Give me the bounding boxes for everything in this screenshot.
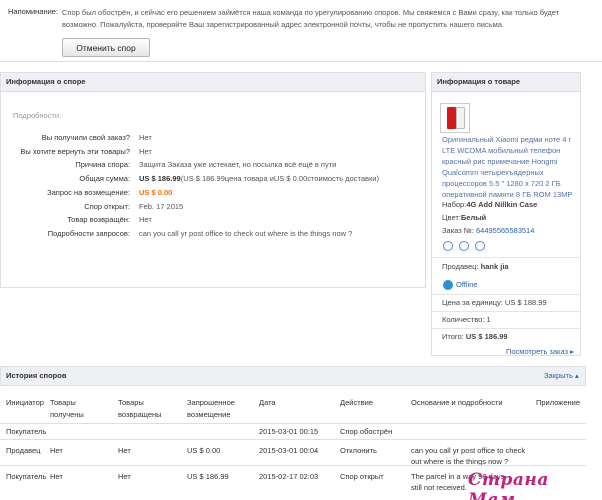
product-color: Цвет:Белый [442, 213, 486, 222]
row-reason: can you call yr post office to check out… [411, 446, 526, 466]
dispute-reason-value: Защита Заказа уже истекает, но посылка в… [139, 160, 337, 169]
table-divider [0, 439, 586, 440]
col-attachment: Приложение [536, 398, 580, 407]
table-divider [0, 423, 586, 424]
color-value: Белый [460, 213, 487, 222]
row-date: 2015-03-01 00:15 [259, 427, 319, 436]
col-returned: Товары возвращены [118, 398, 162, 419]
row-action: Спор открыт [340, 472, 384, 481]
unit-price: Цена за единицу: US $ 188.99 [442, 298, 547, 307]
return-items-value: Нет [139, 147, 152, 156]
request-details-label: Подробности запросов: [47, 229, 130, 238]
details-label: Подробности: [13, 111, 62, 120]
total-amount-label: Общая сумма: [79, 174, 130, 183]
row-action: Отклонить [340, 446, 377, 455]
col-refund: Запрошенное возмещение [187, 398, 235, 419]
product-set: Набор:4G Add Nillkin Case [442, 200, 537, 209]
phone-white-image [456, 107, 465, 129]
total-amount-bold: US $ 186.99 [139, 174, 181, 183]
dispute-history-title: История споров [0, 366, 586, 386]
col-action: Действие [340, 398, 373, 407]
seller-status: Offline [456, 280, 478, 289]
received-order-value: Нет [139, 133, 152, 142]
dispute-opened-value: Feb. 17 2015 [139, 202, 184, 211]
row-received: Нет [50, 446, 63, 455]
total-amount-value: US $ 186.99(US $ 186.99цена товара иUS $… [139, 174, 379, 183]
row-received: Нет [50, 472, 63, 481]
refund-request-value: US $ 0.00 [139, 188, 173, 197]
chat-icon[interactable] [459, 241, 469, 251]
set-label: Набор: [442, 200, 467, 209]
order-number-link[interactable]: 64495565583514 [476, 226, 534, 235]
row-date: 2015-03-01 00:04 [259, 446, 319, 455]
row-refund: US $ 186.99 [187, 472, 229, 481]
row-refund: US $ 0.00 [187, 446, 221, 455]
divider [432, 257, 580, 258]
item-returned-value: Нет [139, 215, 152, 224]
product-name-link[interactable]: Оригинальный Xiaomi редми ноте 4 г LTE W… [442, 134, 582, 200]
seller-label: Продавец: [442, 262, 479, 271]
order-total: Итого: US $ 186.99 [442, 332, 508, 341]
row-action: Спор обострён [340, 427, 393, 436]
set-value: 4G Add Nillkin Case [466, 200, 538, 209]
quantity: Количество: 1 [442, 315, 491, 324]
notice-block: Напоминание: Спор был обострён, и сейчас… [0, 0, 602, 62]
watermark-logo: Страна Мам [468, 470, 549, 500]
product-info-title: Информация о товаре [431, 72, 581, 92]
dispute-opened-label: Спор открыт: [84, 202, 130, 211]
seller-row: Продавец: hank jia [442, 262, 509, 271]
request-details-value: can you call yr post office to check out… [139, 229, 353, 238]
received-order-label: Вы получили свой заказ? [41, 133, 130, 142]
total-label: Итого: [442, 332, 464, 341]
notice-text: Спор был обострён, и сейчас его решением… [62, 8, 560, 29]
dispute-reason-label: Причина спора: [75, 160, 130, 169]
table-divider [0, 465, 586, 466]
offline-status-icon [443, 280, 453, 290]
product-order: Заказ №: 64495565583514 [442, 226, 534, 235]
phone-red-image [447, 107, 456, 129]
row-returned: Нет [118, 472, 131, 481]
col-reason: Основание и подробности [411, 398, 503, 407]
product-thumbnail[interactable] [440, 103, 470, 133]
col-date: Дата [259, 398, 276, 407]
refund-request-label: Запрос на возмещение: [47, 188, 130, 197]
divider [432, 294, 580, 295]
item-returned-label: Товар возвращён: [67, 215, 130, 224]
order-label: Заказ №: [442, 226, 474, 235]
contact-icon[interactable] [475, 241, 485, 251]
collapse-history-link[interactable]: Закрыть ▴ [544, 371, 579, 380]
col-initiator: Инициатор [6, 398, 44, 407]
row-initiator: Покупатель [6, 427, 47, 436]
col-received: Товары получены [50, 398, 84, 419]
cancel-dispute-button[interactable]: Отменить спор [62, 38, 150, 57]
color-label: Цвет: [442, 213, 461, 222]
total-value: US $ 186.99 [465, 332, 508, 341]
row-date: 2015-02-17 02:03 [259, 472, 319, 481]
message-icon[interactable] [443, 241, 453, 251]
seller-name[interactable]: hank jia [481, 262, 509, 271]
total-amount-breakdown: (US $ 186.99цена товара иUS $ 0.00стоимо… [180, 174, 379, 183]
row-initiator: Покупатель [6, 472, 47, 481]
notice-label: Напоминание: [8, 7, 59, 16]
row-returned: Нет [118, 446, 131, 455]
divider [432, 328, 580, 329]
return-items-label: Вы хотите вернуть эти товары? [20, 147, 130, 156]
dispute-info-title: Информация о споре [0, 72, 426, 92]
divider [432, 311, 580, 312]
view-order-link[interactable]: Посмотреть заказ ▸ [506, 347, 574, 356]
row-initiator: Продавец [6, 446, 41, 455]
